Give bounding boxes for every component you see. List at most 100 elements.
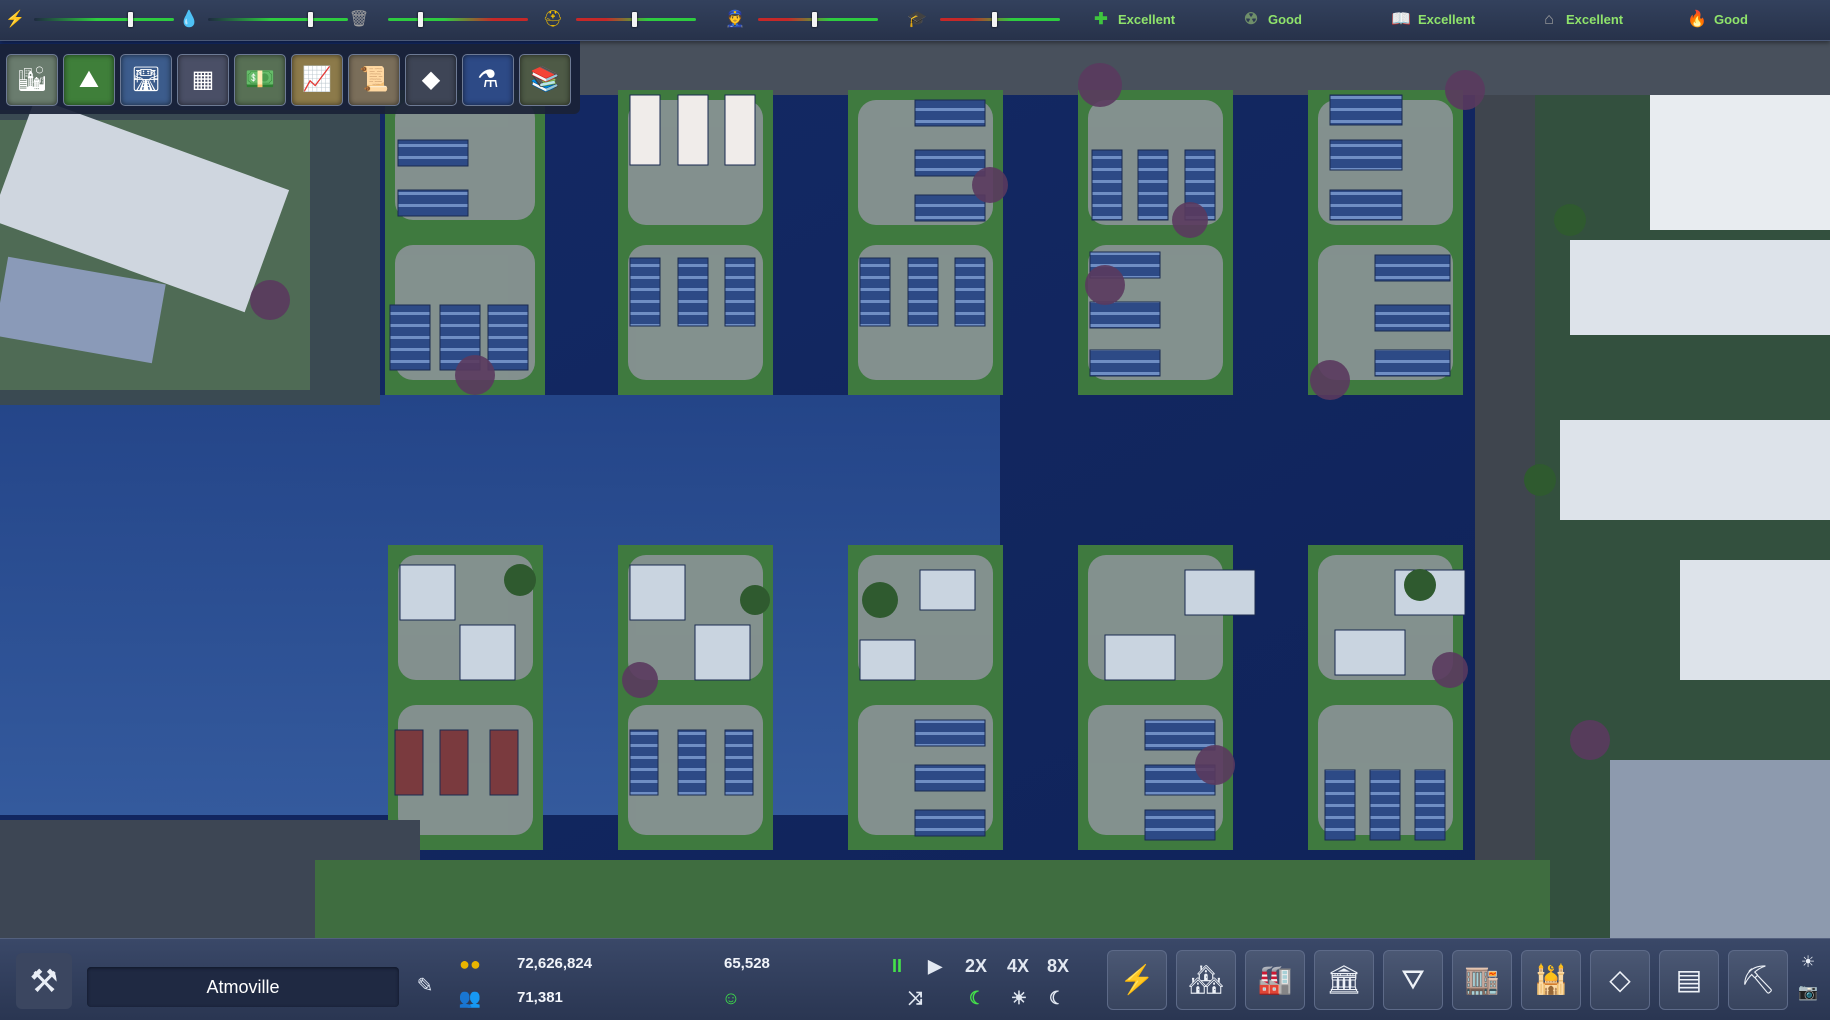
city-name-box: Atmoville (87, 967, 399, 1007)
power-icon: ⚡ (1119, 964, 1155, 995)
statistics-icon: 📈 (302, 66, 332, 93)
culture-rating-label: Excellent (1418, 12, 1476, 27)
health-rating[interactable]: ✚ Excellent (1090, 10, 1175, 30)
library-icon: 📚 (530, 66, 560, 93)
city-map-view[interactable] (0, 0, 1830, 1019)
statistics-button[interactable]: 📈 (291, 54, 343, 106)
play-button[interactable]: ▶ (920, 953, 950, 979)
happiness-icon: ☺ (721, 988, 741, 1008)
health-rating-label: Excellent (1118, 12, 1176, 27)
pause-button[interactable]: II (882, 953, 912, 979)
health-icon: ✚ (1094, 11, 1108, 28)
resources-icon: ◆ (421, 66, 441, 93)
residential-build-button[interactable]: 🏘 (1176, 950, 1236, 1010)
jobs-value: 65,528 (724, 955, 770, 972)
workers-meter-track (576, 12, 696, 27)
education-icon: 🎓 (907, 11, 927, 28)
transport-icon: 🛣 (130, 66, 162, 93)
roads-icon: ⛛ (1401, 964, 1425, 995)
city-overview-button[interactable]: 🏙 (6, 54, 58, 106)
city-name: Atmoville (206, 977, 280, 997)
hammer-icon: ⚒ (29, 963, 59, 999)
screenshot-button[interactable]: 📷 (1796, 981, 1820, 1005)
category-toolbar: 🏙 ⛰ 🛣 ▦ 💵 📈 📜 ◆ ⚗ 📚 (0, 44, 580, 114)
fire-rating-label: Good (1714, 12, 1748, 27)
fire-icon: 🔥 (1687, 11, 1707, 28)
structures-icon: ◇ (1609, 964, 1631, 995)
decoration-icon: ▤ (1675, 964, 1703, 995)
bottom-bar: ⚒ Atmoville ✎ ●● 72,626,824 👥 71,381 65,… (0, 938, 1830, 1020)
library-button[interactable]: 📚 (519, 54, 571, 106)
workers-icon: ⛑ (542, 11, 564, 28)
terrain-button[interactable]: ⛰ (63, 54, 115, 106)
industry-build-button[interactable]: 🏭 (1245, 950, 1305, 1010)
weather-button[interactable]: ☀ (1796, 951, 1820, 975)
status-bar: ⚡ 💧 🗑 ⛑ 👮 🎓 ✚ Excellent ☢ Good 📖 Excellent … (0, 0, 1830, 41)
security-icon: ⌂ (1544, 11, 1554, 28)
population-icon: 👥 (458, 988, 482, 1008)
night-button[interactable]: ☾ (1042, 985, 1072, 1011)
power-build-button[interactable]: ⚡ (1107, 950, 1167, 1010)
water-icon: 💧 (179, 11, 199, 28)
waste-meter-track (388, 12, 528, 27)
structures-build-button[interactable]: ◇ (1590, 950, 1650, 1010)
resources-button[interactable]: ◆ (405, 54, 457, 106)
electricity-meter-knob (128, 12, 133, 27)
water-meter-track (208, 12, 348, 27)
culture-icon: 📖 (1391, 11, 1411, 28)
policies-icon: 📜 (359, 66, 389, 93)
landmarks-icon: 🕌 (1533, 964, 1569, 995)
commercial-build-button[interactable]: 🏬 (1452, 950, 1512, 1010)
speed-2x-button[interactable]: 2X (958, 953, 994, 979)
rename-city-button[interactable]: ✎ (412, 973, 438, 999)
terrain-icon: ⛰ (78, 66, 100, 93)
security-rating[interactable]: ⌂ Excellent (1538, 10, 1623, 30)
economy-button[interactable]: 💵 (234, 54, 286, 106)
environment-rating-label: Good (1268, 12, 1302, 27)
commercial-icon: 🏬 (1464, 964, 1500, 995)
education-meter-track (940, 12, 1060, 27)
money-icon: ●● (459, 954, 481, 974)
electricity-meter-track (34, 12, 174, 27)
speed-4x-button[interactable]: 4X (1000, 953, 1036, 979)
day-night-cycle-button[interactable]: ☾ (962, 985, 992, 1011)
environment-rating[interactable]: ☢ Good (1240, 10, 1302, 30)
electricity-icon: ⚡ (5, 11, 25, 28)
transport-button[interactable]: 🛣 (120, 54, 172, 106)
economy-icon: 💵 (245, 66, 275, 93)
waste-meter-knob (418, 12, 423, 27)
camera-icon: 📷 (1798, 984, 1818, 1001)
research-button[interactable]: ⚗ (462, 54, 514, 106)
security-rating-label: Excellent (1566, 12, 1624, 27)
services-build-button[interactable]: 🏛 (1314, 950, 1374, 1010)
districts-button[interactable]: ▦ (177, 54, 229, 106)
random-event-button[interactable]: ⤨ (900, 985, 930, 1011)
industry-icon: 🏭 (1257, 964, 1293, 995)
research-icon: ⚗ (477, 66, 499, 93)
police-icon: 👮 (725, 11, 745, 28)
police-meter-knob (812, 12, 817, 27)
demolish-icon: ⛏ (1740, 964, 1776, 995)
demolish-build-button[interactable]: ⛏ (1728, 950, 1788, 1010)
policies-button[interactable]: 📜 (348, 54, 400, 106)
fire-rating[interactable]: 🔥 Good (1686, 10, 1748, 30)
money-value: 72,626,824 (517, 955, 593, 972)
districts-icon: ▦ (191, 66, 215, 93)
police-meter-track (758, 12, 878, 27)
education-meter-knob (992, 12, 997, 27)
speed-8x-button[interactable]: 8X (1040, 953, 1076, 979)
day-button[interactable]: ☀ (1004, 985, 1034, 1011)
build-menu-button[interactable]: ⚒ (16, 953, 72, 1009)
environment-icon: ☢ (1243, 11, 1259, 28)
population-value: 71,381 (517, 989, 563, 1006)
water-meter-knob (308, 12, 313, 27)
city-overview-icon: 🏙 (16, 66, 48, 93)
landmarks-build-button[interactable]: 🕌 (1521, 950, 1581, 1010)
weather-icon: ☀ (1800, 954, 1816, 971)
culture-rating[interactable]: 📖 Excellent (1390, 10, 1475, 30)
pencil-icon: ✎ (416, 975, 434, 997)
services-icon: 🏛 (1326, 964, 1362, 995)
residential-icon: 🏘 (1188, 964, 1224, 995)
decoration-build-button[interactable]: ▤ (1659, 950, 1719, 1010)
roads-build-button[interactable]: ⛛ (1383, 950, 1443, 1010)
